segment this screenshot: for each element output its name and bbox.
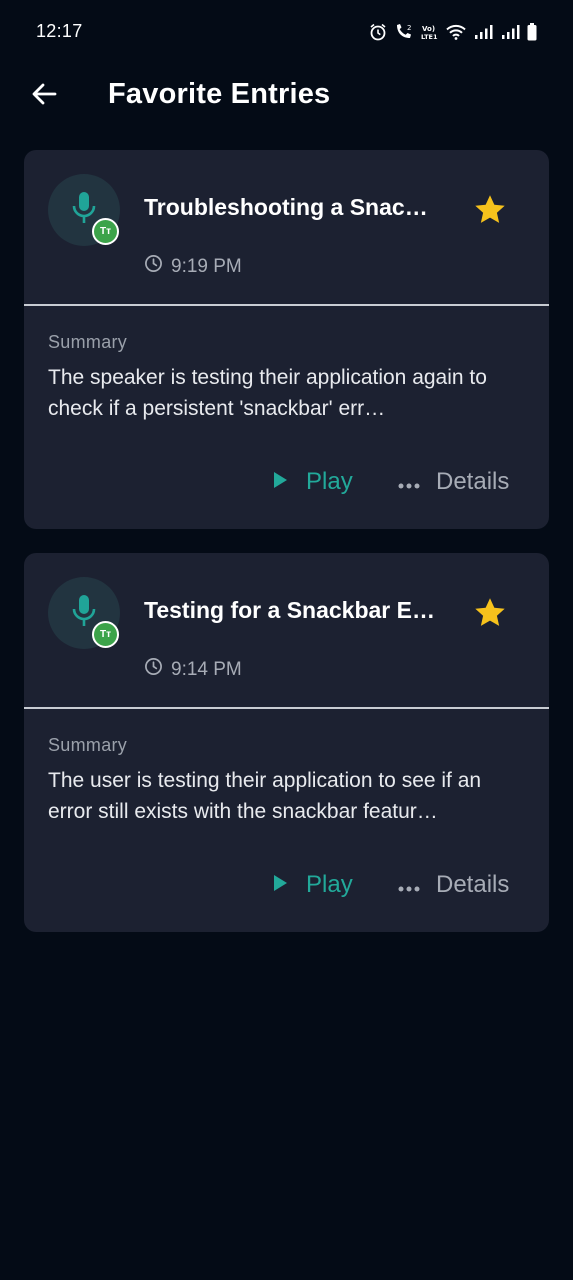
entry-title: Troubleshooting a Snac…: [144, 194, 428, 220]
summary-text: The speaker is testing their application…: [48, 366, 487, 420]
volte-icon: Vo) LTE1: [421, 23, 439, 41]
play-label: Play: [306, 468, 353, 495]
details-button[interactable]: Details: [398, 865, 509, 905]
entry-title: Testing for a Snackbar E…: [144, 597, 435, 623]
status-icons: 2 Vo) LTE1: [369, 20, 537, 44]
signal-icon-2: [500, 24, 520, 40]
page-title: Favorite Entries: [108, 78, 331, 110]
star-icon[interactable]: [472, 595, 508, 631]
clock-icon: [144, 657, 163, 682]
svg-text:LTE1: LTE1: [421, 33, 438, 41]
alarm-icon: [369, 23, 387, 41]
summary-label: Summary: [48, 332, 128, 352]
entry-time: 9:14 PM: [144, 657, 242, 682]
play-label: Play: [306, 871, 353, 898]
more-horizontal-icon: [398, 871, 420, 899]
svg-text:2: 2: [407, 24, 411, 32]
call-wifi-icon: 2: [394, 23, 414, 41]
clock-icon: [144, 254, 163, 279]
play-icon: [272, 871, 288, 899]
divider: [24, 707, 549, 709]
entry-time-text: 9:14 PM: [171, 658, 242, 680]
summary-label: Summary: [48, 735, 128, 755]
more-horizontal-icon: [398, 468, 420, 496]
star-icon[interactable]: [472, 192, 508, 228]
signal-icon-1: [473, 24, 493, 40]
details-label: Details: [436, 468, 510, 495]
entry-time-text: 9:19 PM: [171, 255, 242, 277]
play-button[interactable]: Play: [272, 462, 353, 502]
transcript-badge-icon: Tт: [92, 621, 119, 648]
play-icon: [272, 468, 288, 496]
summary-text: The user is testing their application to…: [48, 769, 482, 823]
wifi-icon: [446, 24, 466, 40]
entry-card[interactable]: Tт Testing for a Snackbar E… 9:14 PM Sum…: [24, 553, 549, 932]
details-button[interactable]: Details: [398, 462, 509, 502]
play-button[interactable]: Play: [272, 865, 353, 905]
details-label: Details: [436, 871, 510, 898]
status-time: 12:17: [36, 21, 83, 41]
battery-icon: [527, 23, 537, 41]
back-button[interactable]: [26, 78, 62, 114]
svg-text:Vo): Vo): [422, 25, 435, 33]
arrow-left-icon: [30, 80, 58, 113]
transcript-badge-icon: Tт: [92, 218, 119, 245]
entry-card[interactable]: Tт Troubleshooting a Snac… 9:19 PM Summa…: [24, 150, 549, 529]
divider: [24, 304, 549, 306]
entry-time: 9:19 PM: [144, 254, 242, 279]
status-bar: 12:17 2 Vo) LTE1: [0, 0, 573, 64]
